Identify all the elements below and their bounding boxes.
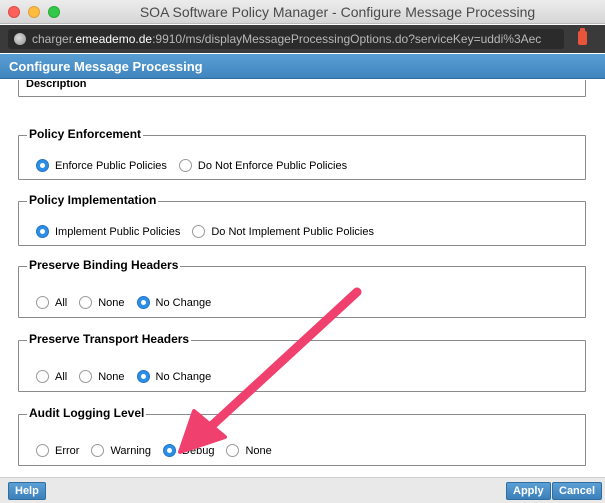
do-not-enforce-option[interactable]: Do Not Enforce Public Policies: [178, 159, 348, 172]
transport-all-option[interactable]: All: [36, 370, 67, 383]
audit-none-radio[interactable]: [226, 444, 240, 457]
dialog-header: Configure Message Processing: [0, 54, 605, 79]
audit-warning-option[interactable]: Warning: [91, 444, 151, 457]
address-bar: charger.emeademo.de:9910/ms/displayMessa…: [0, 25, 605, 53]
audit-error-radio[interactable]: [36, 444, 49, 457]
enforce-public-policies-label: Enforce Public Policies: [55, 159, 167, 172]
implement-public-policies-option[interactable]: Implement Public Policies: [36, 225, 180, 238]
help-button[interactable]: Help: [8, 482, 46, 500]
transport-no-change-label: No Change: [155, 370, 212, 383]
enforce-public-policies-option[interactable]: Enforce Public Policies: [36, 159, 167, 172]
dialog-content[interactable]: Description Policy Enforcement Enforce P…: [0, 80, 605, 477]
binding-all-option[interactable]: All: [36, 296, 67, 309]
transport-none-label: None: [98, 370, 125, 383]
do-not-implement-label: Do Not Implement Public Policies: [211, 225, 374, 238]
preserve-binding-headers-fieldset: Preserve Binding Headers All None No Cha…: [18, 258, 586, 318]
policy-enforcement-fieldset: Policy Enforcement Enforce Public Polici…: [18, 127, 586, 180]
do-not-enforce-radio[interactable]: [178, 159, 192, 172]
transport-no-change-radio[interactable]: [136, 370, 150, 383]
url-host: emeademo.de: [75, 32, 153, 46]
policy-implementation-fieldset: Policy Implementation Implement Public P…: [18, 193, 586, 246]
implement-public-policies-radio[interactable]: [36, 225, 49, 238]
binding-all-label: All: [55, 296, 68, 309]
dialog-footer: Help Apply Cancel: [0, 477, 605, 503]
do-not-implement-radio[interactable]: [192, 225, 206, 238]
audit-logging-level-fieldset: Audit Logging Level Error Warning Debug …: [18, 406, 586, 466]
transport-all-label: All: [55, 370, 68, 383]
cancel-button[interactable]: Cancel: [552, 482, 603, 500]
audit-error-option[interactable]: Error: [36, 444, 79, 457]
audit-debug-option[interactable]: Debug: [163, 444, 214, 457]
zoom-window-button[interactable]: [48, 6, 60, 18]
binding-none-option[interactable]: None: [79, 296, 125, 309]
audit-logging-level-legend: Audit Logging Level: [27, 406, 147, 420]
description-label: Description: [26, 80, 87, 90]
audit-debug-radio[interactable]: [163, 444, 177, 457]
audit-none-label: None: [245, 444, 272, 457]
binding-all-radio[interactable]: [36, 296, 49, 309]
description-fieldset: Description: [18, 80, 586, 97]
audit-error-label: Error: [55, 444, 80, 457]
binding-no-change-option[interactable]: No Change: [136, 296, 212, 309]
window-title: SOA Software Policy Manager - Configure …: [139, 4, 536, 20]
dialog-title: Configure Message Processing: [9, 59, 203, 74]
globe-icon: [14, 33, 26, 45]
window-titlebar: SOA Software Policy Manager - Configure …: [0, 0, 605, 24]
preserve-transport-headers-fieldset: Preserve Transport Headers All None No C…: [18, 332, 586, 392]
do-not-enforce-label: Do Not Enforce Public Policies: [197, 159, 348, 172]
close-window-button[interactable]: [8, 6, 20, 18]
transport-all-radio[interactable]: [36, 370, 49, 383]
policy-implementation-legend: Policy Implementation: [27, 193, 159, 207]
minimize-window-button[interactable]: [28, 6, 40, 18]
implement-public-policies-label: Implement Public Policies: [55, 225, 181, 238]
policy-enforcement-legend: Policy Enforcement: [27, 127, 144, 141]
preserve-binding-headers-legend: Preserve Binding Headers: [27, 258, 181, 272]
audit-debug-label: Debug: [182, 444, 215, 457]
url-text[interactable]: charger.emeademo.de:9910/ms/displayMessa…: [32, 32, 562, 46]
audit-warning-radio[interactable]: [91, 444, 105, 457]
preserve-transport-headers-legend: Preserve Transport Headers: [27, 332, 192, 346]
apply-button[interactable]: Apply: [506, 482, 551, 500]
binding-no-change-label: No Change: [155, 296, 212, 309]
transport-none-radio[interactable]: [79, 370, 93, 383]
binding-none-label: None: [98, 296, 125, 309]
transport-no-change-option[interactable]: No Change: [136, 370, 212, 383]
binding-none-radio[interactable]: [79, 296, 93, 309]
audit-none-option[interactable]: None: [226, 444, 272, 457]
binding-no-change-radio[interactable]: [136, 296, 150, 309]
url-path: :9910/ms/displayMessageProcessingOptions…: [152, 32, 542, 46]
audit-warning-label: Warning: [110, 444, 152, 457]
url-field[interactable]: charger.emeademo.de:9910/ms/displayMessa…: [8, 29, 564, 49]
transport-none-option[interactable]: None: [79, 370, 125, 383]
do-not-implement-option[interactable]: Do Not Implement Public Policies: [192, 225, 374, 238]
extension-icon[interactable]: [578, 28, 587, 45]
url-prefix: charger.: [32, 32, 76, 46]
enforce-public-policies-radio[interactable]: [36, 159, 49, 172]
